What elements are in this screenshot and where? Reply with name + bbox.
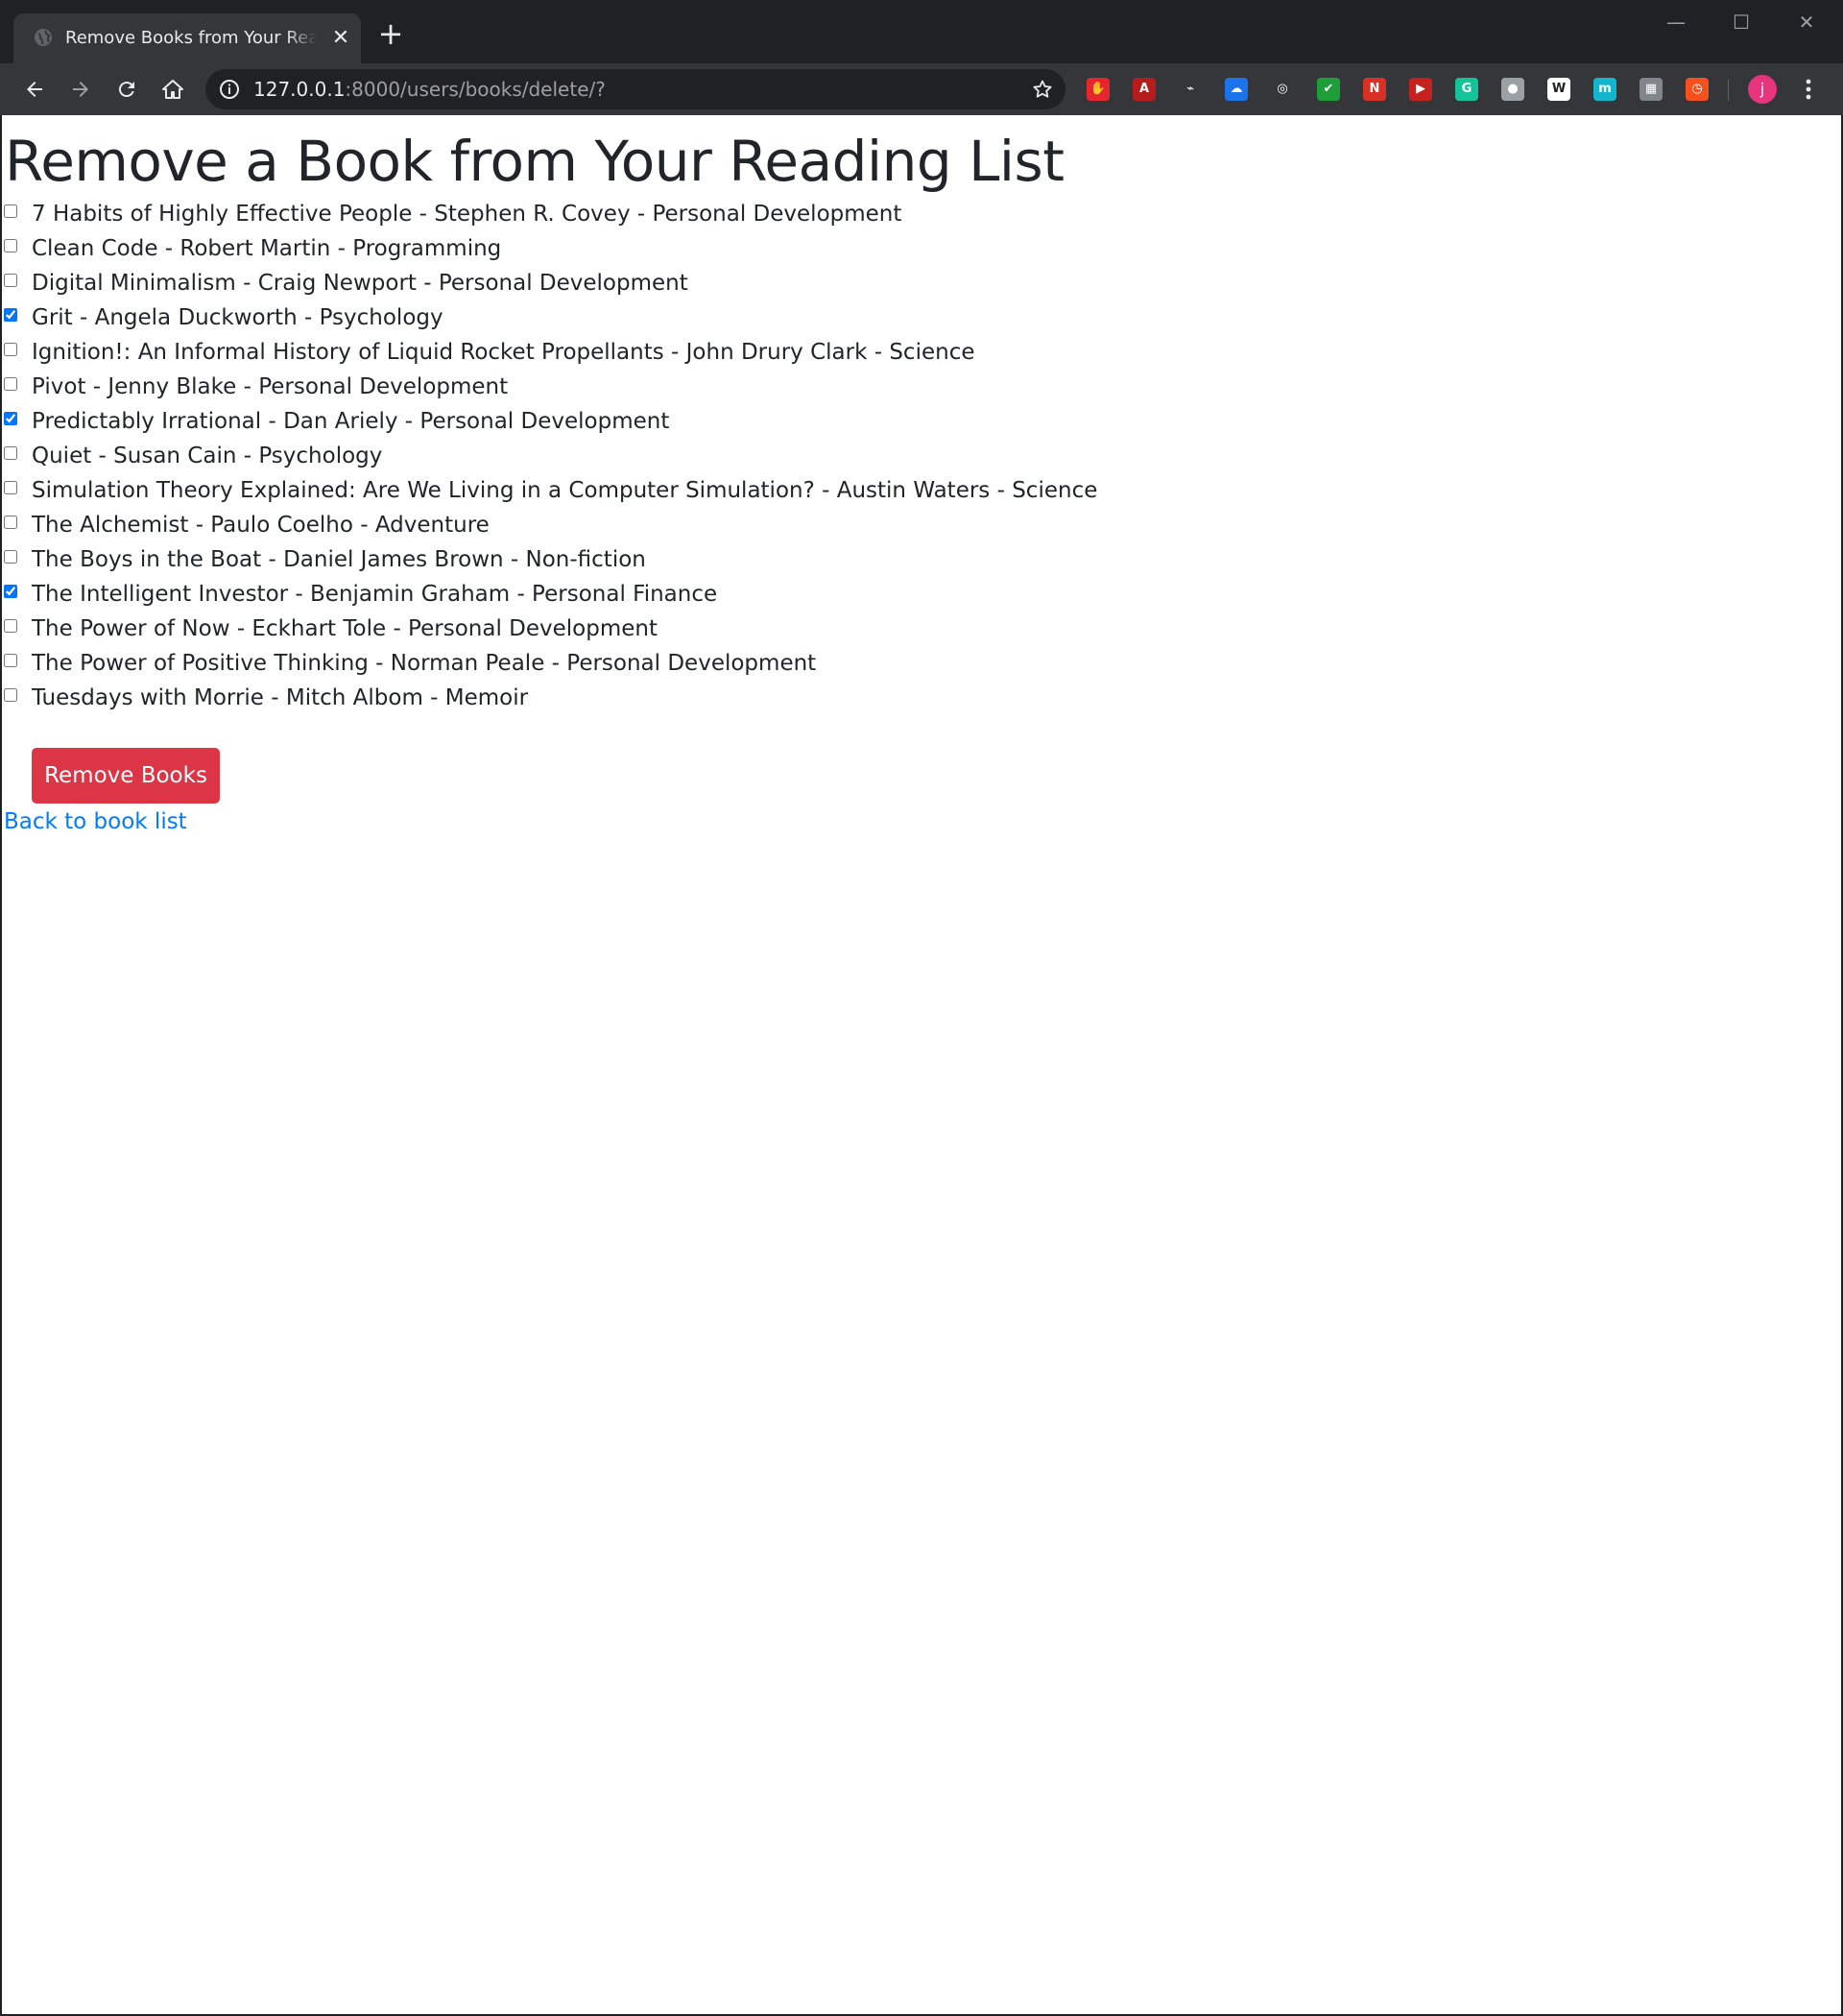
book-checkbox[interactable] [4, 516, 17, 529]
url-host: 127.0.0.1 [253, 78, 346, 101]
home-button[interactable] [156, 72, 190, 107]
bookmark-star-icon[interactable] [1031, 78, 1054, 101]
browser-tab-active[interactable]: Remove Books from Your Reading List ✕ [13, 13, 361, 63]
arrow-right-icon [73, 82, 88, 97]
book-label: Grit - Angela Duckworth - Psychology [32, 305, 443, 330]
book-row[interactable]: Digital Minimalism - Craig Newport - Per… [2, 266, 1442, 300]
reload-button[interactable] [109, 72, 144, 107]
book-checkbox[interactable] [4, 481, 17, 494]
camera-extension-icon[interactable]: ● [1501, 78, 1524, 101]
rainbow-extension-icon[interactable]: ⌁ [1179, 78, 1202, 101]
reload-icon [118, 82, 134, 98]
book-row[interactable]: Simulation Theory Explained: Are We Livi… [2, 473, 1442, 508]
arrow-left-icon [27, 82, 42, 97]
pocket-extension-icon[interactable]: ◎ [1271, 78, 1294, 101]
book-label: The Boys in the Boat - Daniel James Brow… [32, 547, 646, 572]
profile-avatar[interactable]: j [1748, 75, 1777, 104]
book-checkbox[interactable] [4, 343, 17, 356]
play-extension-icon[interactable]: ▶ [1409, 78, 1432, 101]
maximize-window-button[interactable]: ☐ [1712, 6, 1770, 38]
book-label: Pivot - Jenny Blake - Personal Developme… [32, 374, 509, 399]
book-label: The Power of Positive Thinking - Norman … [32, 651, 817, 676]
book-checkbox[interactable] [4, 550, 17, 564]
book-checkbox[interactable] [4, 239, 17, 252]
book-checkbox[interactable] [4, 412, 17, 425]
book-label: The Intelligent Investor - Benjamin Grah… [32, 582, 718, 607]
book-checkbox[interactable] [4, 204, 17, 218]
book-label: The Power of Now - Eckhart Tole - Person… [32, 616, 658, 641]
tab-close-icon[interactable]: ✕ [328, 26, 353, 51]
book-checkbox-list: 7 Habits of Highly Effective People - St… [2, 197, 1442, 715]
book-row[interactable]: Grit - Angela Duckworth - Psychology [2, 300, 1442, 335]
book-checkbox[interactable] [4, 619, 17, 633]
book-row[interactable]: 7 Habits of Highly Effective People - St… [2, 197, 1442, 231]
cloud-extension-icon[interactable]: ☁ [1225, 78, 1248, 101]
book-label: Simulation Theory Explained: Are We Livi… [32, 478, 1098, 503]
home-icon [162, 80, 183, 99]
remove-books-button[interactable]: Remove Books [32, 748, 220, 804]
book-label: Clean Code - Robert Martin - Programming [32, 236, 502, 261]
browser-window: Remove Books from Your Reading List ✕ + … [0, 0, 1843, 2016]
book-row[interactable]: Tuesdays with Morrie - Mitch Albom - Mem… [2, 681, 1442, 715]
forward-nav-button[interactable] [63, 72, 98, 107]
page-content: Remove a Book from Your Reading List 7 H… [2, 115, 1841, 2014]
toolbar-separator [1728, 80, 1729, 101]
book-checkbox[interactable] [4, 688, 17, 702]
page-title: Remove a Book from Your Reading List [5, 129, 1065, 194]
address-bar[interactable]: 127.0.0.1:8000/users/books/delete/? [205, 69, 1065, 109]
new-tab-button[interactable]: + [376, 18, 405, 49]
book-checkbox[interactable] [4, 377, 17, 391]
book-checkbox[interactable] [4, 274, 17, 287]
book-row[interactable]: Pivot - Jenny Blake - Personal Developme… [2, 370, 1442, 404]
book-label: Digital Minimalism - Craig Newport - Per… [32, 271, 688, 296]
block-extension-icon[interactable]: ✋ [1087, 78, 1110, 101]
book-row[interactable]: The Boys in the Boat - Daniel James Brow… [2, 542, 1442, 577]
pdf-extension-icon[interactable]: A [1133, 78, 1156, 101]
kebab-menu-icon [1806, 79, 1811, 100]
url-path: :8000/users/books/delete/? [345, 78, 606, 101]
close-window-button[interactable]: ✕ [1778, 6, 1835, 38]
browser-menu-button[interactable] [1797, 75, 1820, 104]
book-row[interactable]: Clean Code - Robert Martin - Programming [2, 231, 1442, 266]
tab-title: Remove Books from Your Reading List [65, 28, 317, 48]
book-row[interactable]: The Power of Positive Thinking - Norman … [2, 646, 1442, 681]
book-row[interactable]: Quiet - Susan Cain - Psychology [2, 439, 1442, 473]
book-row[interactable]: Ignition!: An Informal History of Liquid… [2, 335, 1442, 370]
book-checkbox[interactable] [4, 308, 17, 322]
url-text[interactable]: 127.0.0.1:8000/users/books/delete/? [253, 77, 606, 102]
wikipedia-extension-icon[interactable]: W [1547, 78, 1570, 101]
chart-extension-icon[interactable]: ▦ [1640, 78, 1663, 101]
book-checkbox[interactable] [4, 446, 17, 460]
news-extension-icon[interactable]: N [1363, 78, 1386, 101]
check-extension-icon[interactable]: ✔ [1317, 78, 1340, 101]
book-checkbox[interactable] [4, 654, 17, 667]
tab-strip: Remove Books from Your Reading List ✕ + … [0, 0, 1843, 63]
browser-toolbar: 127.0.0.1:8000/users/books/delete/? ✋ A ⌁ ☁… [0, 63, 1843, 115]
book-row[interactable]: Predictably Irrational - Dan Ariely - Pe… [2, 404, 1442, 439]
timer-extension-icon[interactable]: ◷ [1686, 78, 1709, 101]
back-nav-button[interactable] [17, 72, 52, 107]
minimize-window-button[interactable]: — [1647, 6, 1705, 38]
m-extension-icon[interactable]: m [1593, 78, 1616, 101]
back-to-book-list-link[interactable]: Back to book list [4, 805, 187, 838]
book-checkbox[interactable] [4, 585, 17, 598]
globe-icon [33, 27, 54, 48]
book-label: Ignition!: An Informal History of Liquid… [32, 340, 975, 365]
book-label: Tuesdays with Morrie - Mitch Albom - Mem… [32, 685, 529, 710]
book-row[interactable]: The Alchemist - Paulo Coelho - Adventure [2, 508, 1442, 542]
site-info-icon[interactable] [219, 79, 240, 100]
book-label: The Alchemist - Paulo Coelho - Adventure [32, 513, 490, 538]
book-row[interactable]: The Power of Now - Eckhart Tole - Person… [2, 612, 1442, 646]
book-label: Quiet - Susan Cain - Psychology [32, 444, 383, 468]
book-row[interactable]: The Intelligent Investor - Benjamin Grah… [2, 577, 1442, 612]
book-label: Predictably Irrational - Dan Ariely - Pe… [32, 409, 670, 434]
book-label: 7 Habits of Highly Effective People - St… [32, 202, 902, 227]
grammarly-extension-icon[interactable]: G [1455, 78, 1478, 101]
